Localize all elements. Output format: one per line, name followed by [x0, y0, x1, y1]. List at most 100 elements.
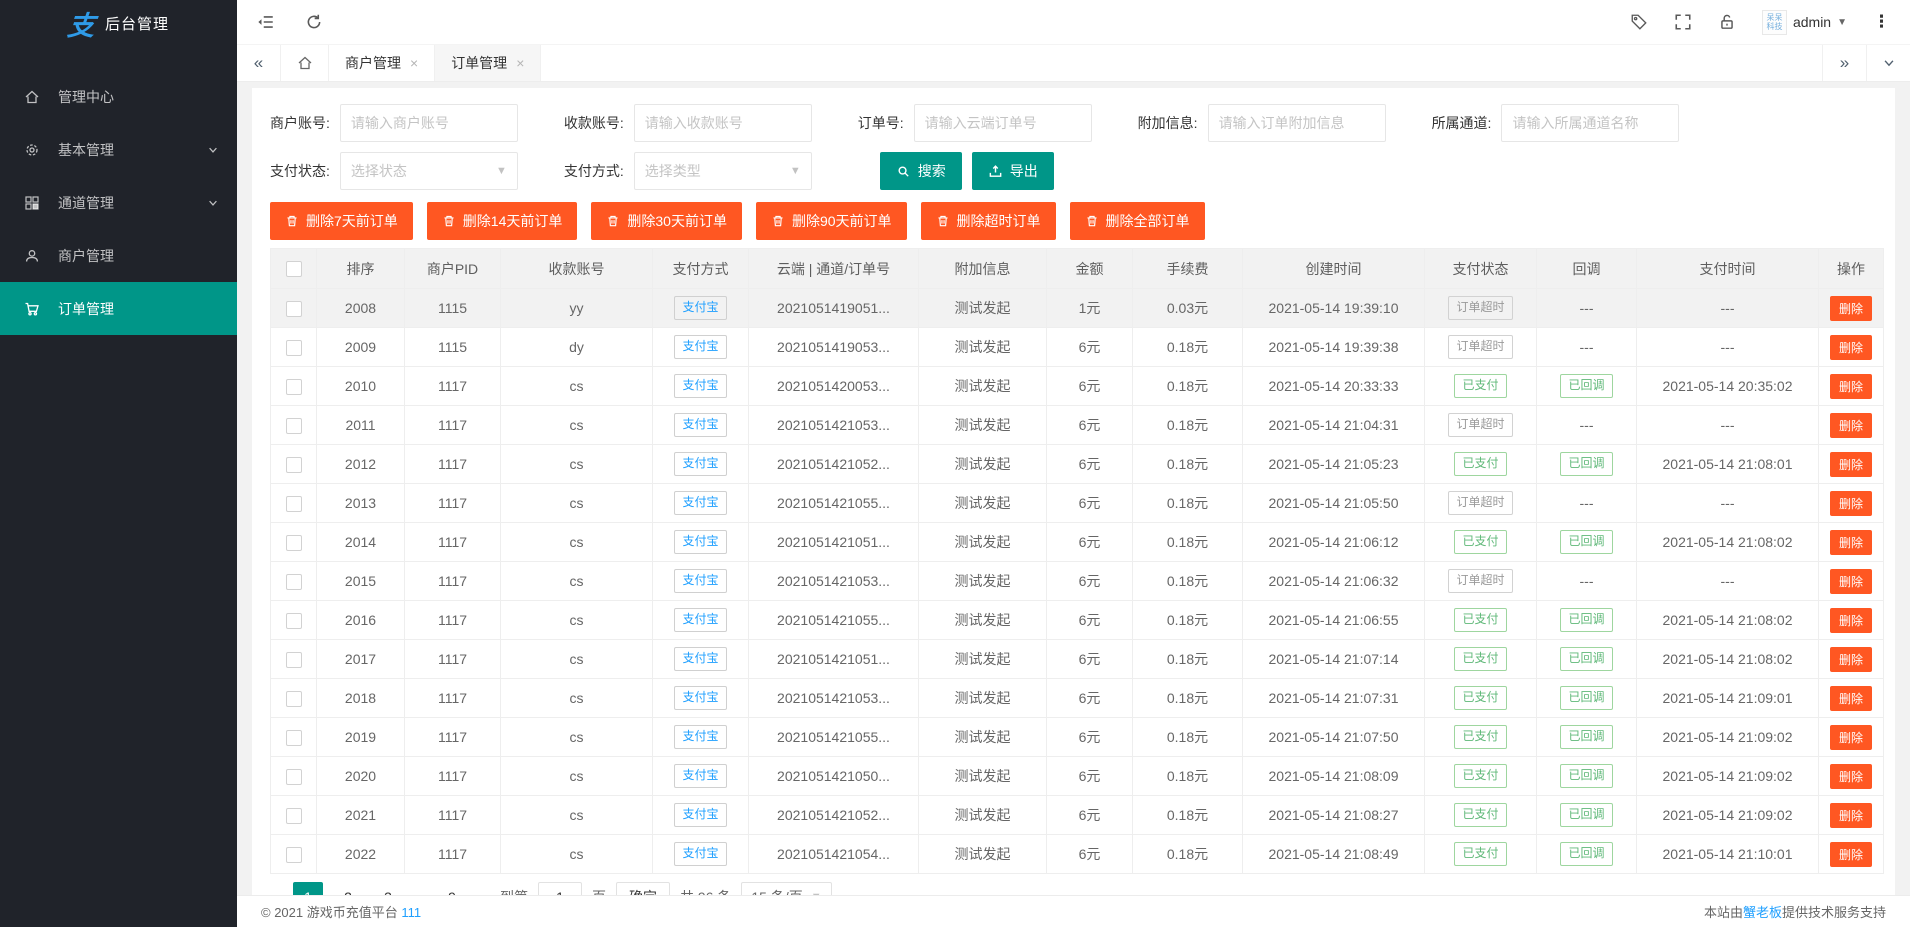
jump-page-input[interactable]	[538, 882, 582, 895]
lock-icon[interactable]	[1718, 13, 1736, 31]
filter-input-1[interactable]	[634, 104, 812, 142]
page-size-select[interactable]: 15 条/页▼	[741, 882, 831, 895]
page-button-2[interactable]: 2	[333, 882, 363, 895]
delete-order-button[interactable]: 删除	[1830, 335, 1872, 360]
fullscreen-icon[interactable]	[1674, 13, 1692, 31]
filter-input-0[interactable]	[340, 104, 518, 142]
table-row: 2021 1117 cs 支付宝 2021051421052... 测试发起 6…	[271, 796, 1884, 835]
status-badge: 已支付	[1454, 803, 1506, 827]
bulk-delete-button-0[interactable]: 删除7天前订单	[270, 202, 413, 240]
delete-order-button[interactable]: 删除	[1830, 803, 1872, 828]
copyright-text: © 2021 游戏币充值平台	[261, 905, 398, 920]
delete-order-button[interactable]: 删除	[1830, 452, 1872, 477]
row-checkbox[interactable]	[286, 769, 302, 785]
row-checkbox[interactable]	[286, 730, 302, 746]
pay-method-badge: 支付宝	[674, 686, 726, 710]
filter-input-2[interactable]	[914, 104, 1092, 142]
trash-icon	[442, 214, 456, 228]
close-icon[interactable]: ×	[410, 55, 418, 71]
delete-order-button[interactable]: 删除	[1830, 530, 1872, 555]
filter-input-3[interactable]	[1208, 104, 1386, 142]
home-icon	[24, 89, 40, 105]
row-checkbox[interactable]	[286, 613, 302, 629]
user-icon	[24, 248, 40, 264]
filter-select-0[interactable]: 选择状态 ▼	[340, 152, 518, 190]
page-button-1[interactable]: 1	[293, 882, 323, 895]
filter-input-4[interactable]	[1501, 104, 1679, 142]
delete-order-button[interactable]: 删除	[1830, 413, 1872, 438]
delete-order-button[interactable]: 删除	[1830, 374, 1872, 399]
footer-right-link[interactable]: 蟹老板	[1743, 905, 1782, 920]
delete-order-button[interactable]: 删除	[1830, 764, 1872, 789]
row-checkbox[interactable]	[286, 340, 302, 356]
sidebar-item-3[interactable]: 商户管理	[0, 229, 237, 282]
fee-cell: 0.18元	[1133, 796, 1243, 835]
bulk-delete-button-1[interactable]: 删除14天前订单	[427, 202, 578, 240]
search-button[interactable]: 搜索	[880, 152, 962, 190]
callback-value: ---	[1580, 495, 1594, 511]
tag-icon[interactable]	[1630, 13, 1648, 31]
export-button[interactable]: 导出	[972, 152, 1054, 190]
tab-0[interactable]: 商户管理 ×	[329, 45, 435, 81]
refresh-icon[interactable]	[305, 13, 323, 31]
sidebar-item-2[interactable]: 通道管理	[0, 176, 237, 229]
page-button-9[interactable]: 9	[437, 882, 467, 895]
select-all-checkbox[interactable]	[286, 261, 302, 277]
bulk-delete-button-3[interactable]: 删除90天前订单	[756, 202, 907, 240]
tabs-scroll-left-button[interactable]: «	[237, 45, 281, 81]
row-checkbox[interactable]	[286, 496, 302, 512]
delete-order-button[interactable]: 删除	[1830, 296, 1872, 321]
delete-order-button[interactable]: 删除	[1830, 608, 1872, 633]
bulk-delete-button-2[interactable]: 删除30天前订单	[591, 202, 742, 240]
close-icon[interactable]: ×	[516, 55, 524, 71]
info-cell: 测试发起	[919, 679, 1047, 718]
tabs-menu-button[interactable]	[1866, 45, 1910, 81]
collapse-sidebar-icon[interactable]	[257, 13, 275, 31]
row-checkbox[interactable]	[286, 847, 302, 863]
row-checkbox[interactable]	[286, 808, 302, 824]
callback-badge: 已回调	[1560, 608, 1612, 632]
row-checkbox[interactable]	[286, 652, 302, 668]
delete-order-button[interactable]: 删除	[1830, 569, 1872, 594]
tab-1[interactable]: 订单管理 ×	[435, 45, 541, 81]
home-tab[interactable]	[281, 45, 329, 81]
sidebar-item-1[interactable]: 基本管理	[0, 123, 237, 176]
export-icon	[988, 164, 1003, 179]
row-checkbox[interactable]	[286, 379, 302, 395]
row-checkbox[interactable]	[286, 574, 302, 590]
status-badge: 已支付	[1454, 374, 1506, 398]
footer-left-link[interactable]: 111	[401, 905, 421, 920]
amount-cell: 6元	[1047, 328, 1133, 367]
callback-badge: 已回调	[1560, 647, 1612, 671]
user-menu[interactable]: 呆呆 科技 admin ▼	[1762, 10, 1847, 35]
row-checkbox[interactable]	[286, 535, 302, 551]
pay-method-badge: 支付宝	[674, 569, 726, 593]
sidebar-item-0[interactable]: 管理中心	[0, 70, 237, 123]
status-badge: 订单超时	[1448, 491, 1512, 515]
table-body: 2008 1115 yy 支付宝 2021051419051... 测试发起 1…	[271, 289, 1884, 874]
fee-cell: 0.18元	[1133, 445, 1243, 484]
bulk-delete-button-5[interactable]: 删除全部订单	[1070, 202, 1205, 240]
bulk-delete-button-4[interactable]: 删除超时订单	[921, 202, 1056, 240]
jump-confirm-button[interactable]: 确定	[616, 882, 670, 895]
row-checkbox[interactable]	[286, 691, 302, 707]
delete-order-button[interactable]: 删除	[1830, 686, 1872, 711]
app-logo: 支 后台管理	[0, 0, 237, 46]
more-options-icon[interactable]: ⋮	[1873, 12, 1890, 32]
row-checkbox[interactable]	[286, 301, 302, 317]
delete-order-button[interactable]: 删除	[1830, 491, 1872, 516]
row-checkbox[interactable]	[286, 418, 302, 434]
row-checkbox[interactable]	[286, 457, 302, 473]
filter-select-1[interactable]: 选择类型 ▼	[634, 152, 812, 190]
sidebar-item-4[interactable]: 订单管理	[0, 282, 237, 335]
column-header: 排序	[317, 249, 405, 289]
paid-time-cell: ---	[1637, 562, 1819, 601]
delete-order-button[interactable]: 删除	[1830, 725, 1872, 750]
page-button-3[interactable]: 3	[373, 882, 403, 895]
tabs-scroll-right-button[interactable]: »	[1822, 45, 1866, 81]
pid-cell: 1117	[405, 835, 501, 874]
delete-order-button[interactable]: 删除	[1830, 647, 1872, 672]
info-cell: 测试发起	[919, 796, 1047, 835]
delete-order-button[interactable]: 删除	[1830, 842, 1872, 867]
home-icon	[297, 55, 313, 71]
